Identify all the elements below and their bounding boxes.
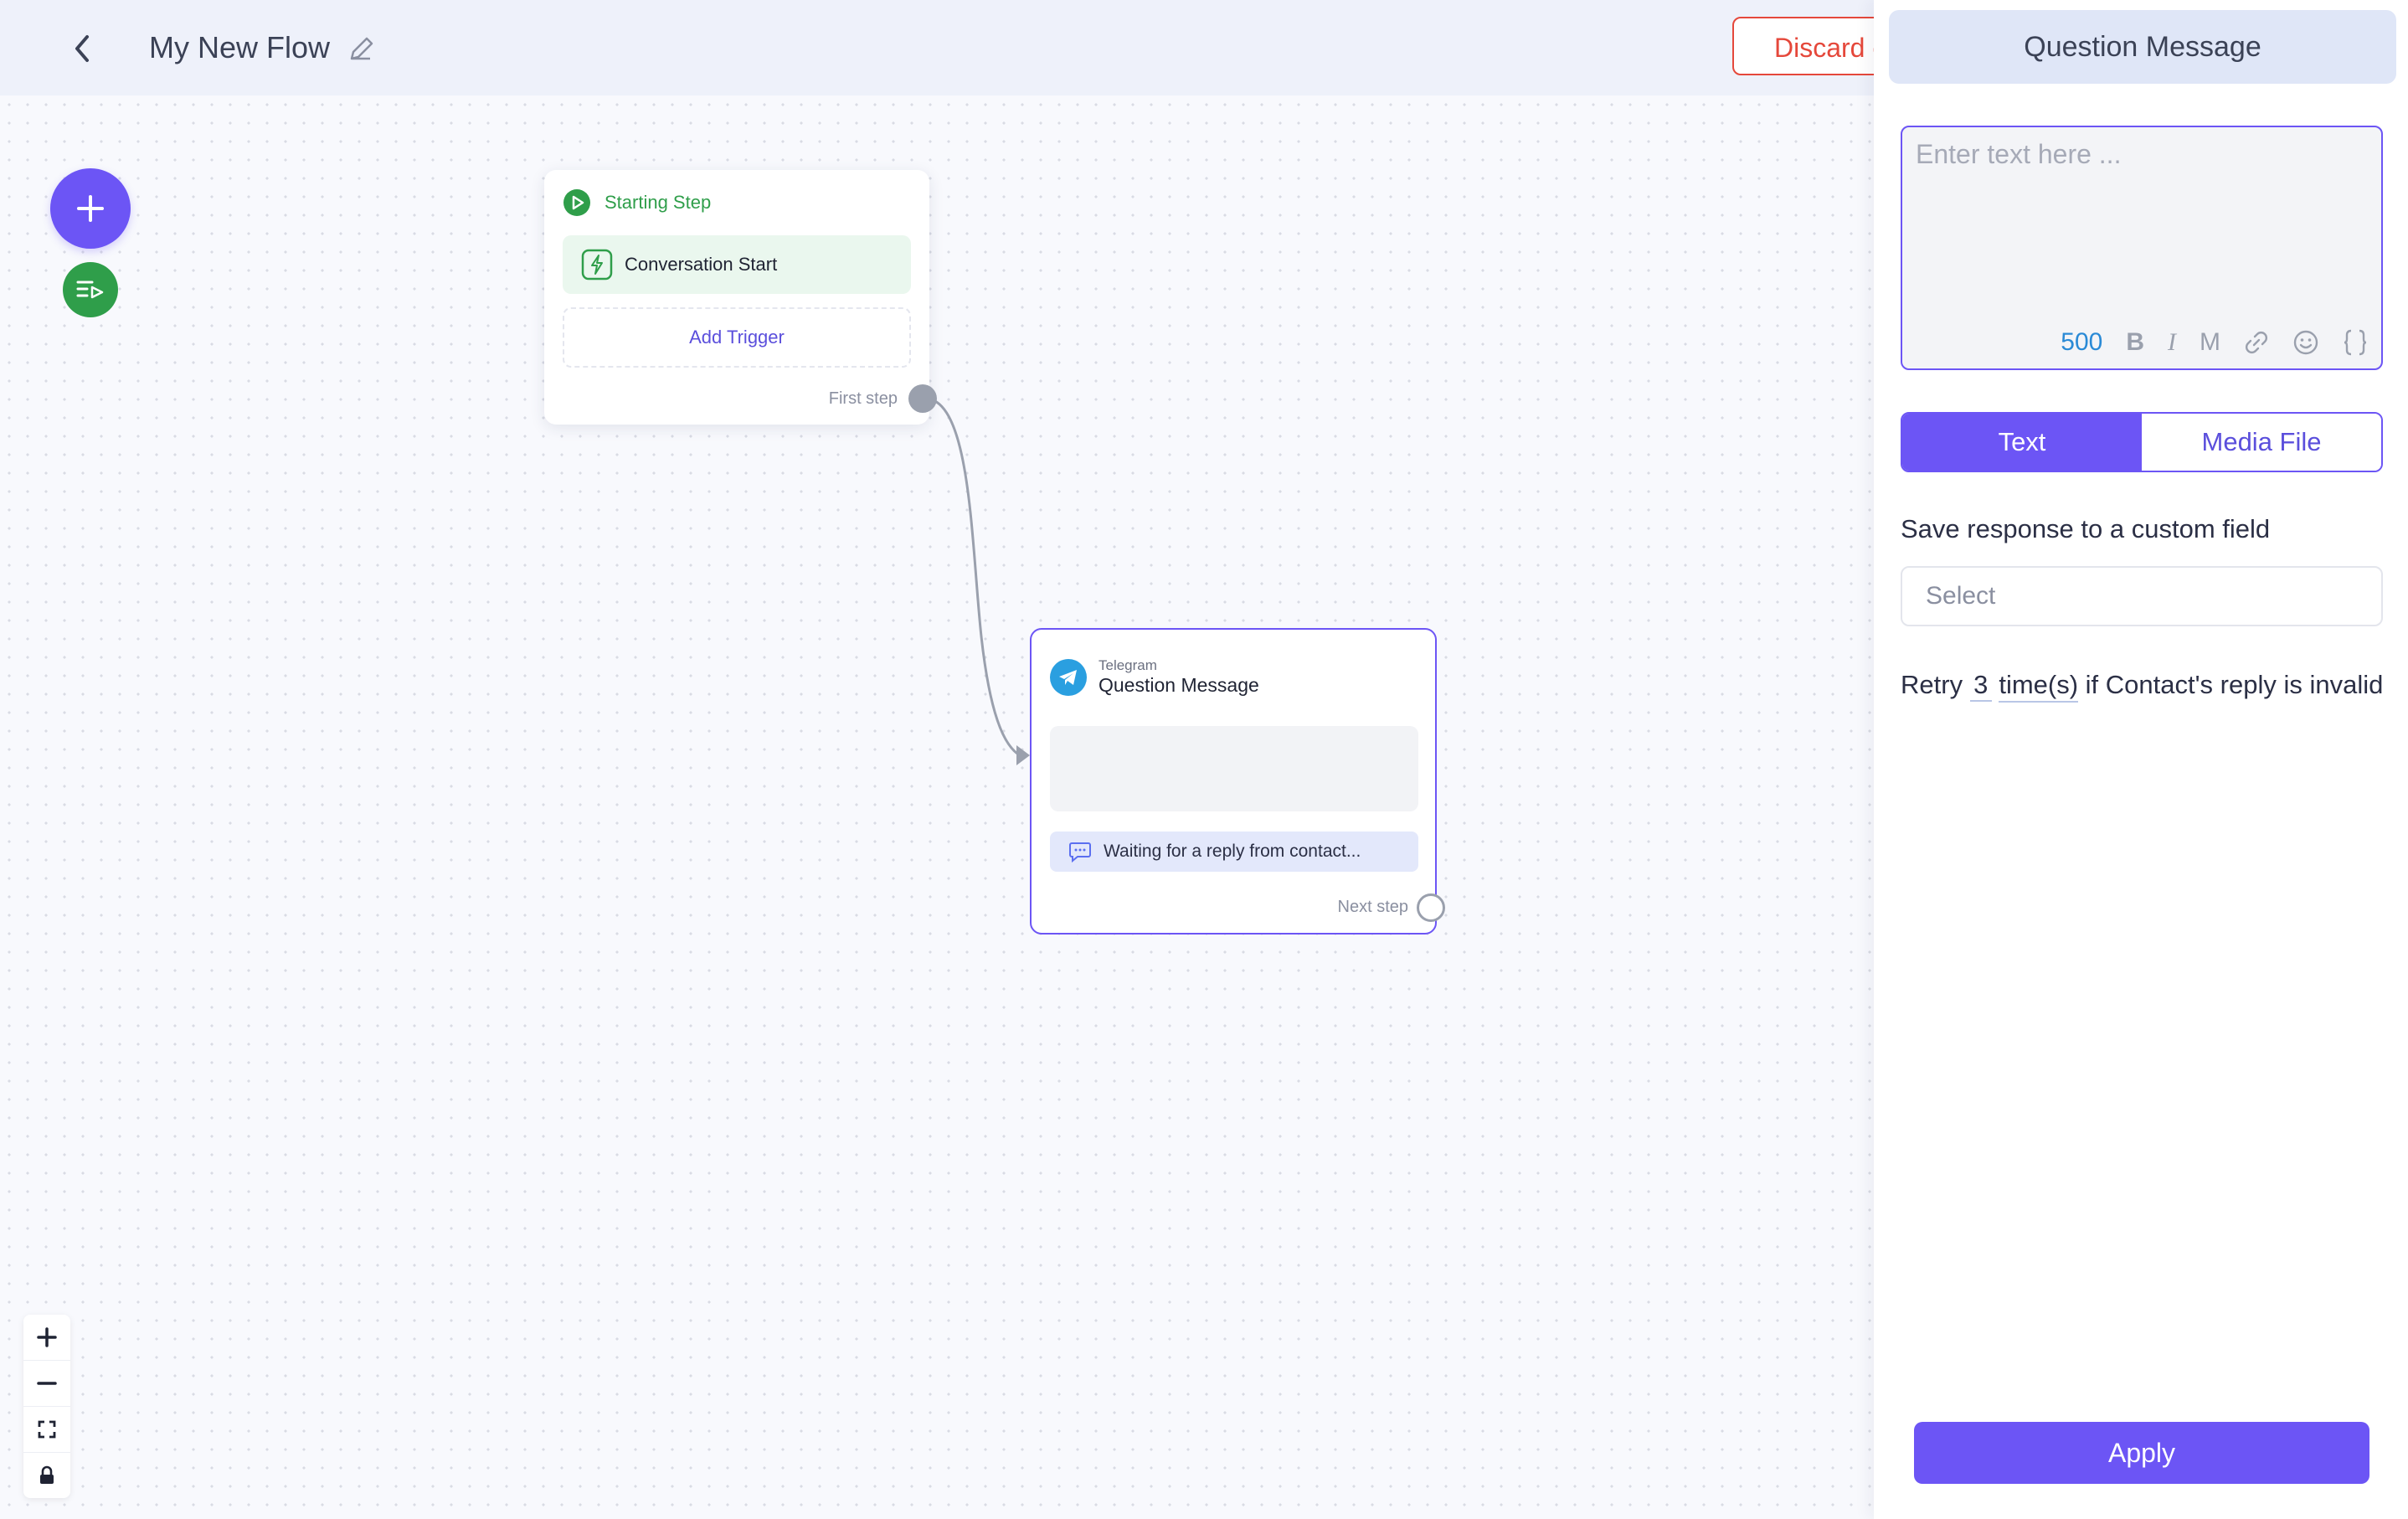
chat-bubble-icon <box>1069 842 1091 862</box>
next-step-label: Next step <box>1337 898 1408 916</box>
fit-view-icon <box>38 1420 56 1439</box>
waiting-reply-indicator: Waiting for a reply from contact... <box>1050 832 1418 872</box>
play-circle-icon <box>563 189 590 216</box>
lock-button[interactable] <box>23 1453 70 1498</box>
channel-label: Telegram <box>1099 657 1157 673</box>
zoom-in-button[interactable] <box>23 1315 70 1361</box>
panel-title: Question Message <box>1889 10 2396 84</box>
question-node-header: Telegram Question Message <box>1050 658 1259 697</box>
apply-button[interactable]: Apply <box>1914 1422 2369 1484</box>
question-message-node[interactable]: Telegram Question Message Waiting for a … <box>1030 628 1437 935</box>
zoom-out-button[interactable] <box>23 1361 70 1407</box>
plus-icon <box>37 1327 57 1347</box>
curly-braces-icon <box>2344 329 2367 356</box>
retry-prefix: Retry <box>1901 670 1963 699</box>
italic-button[interactable]: I <box>2168 328 2176 357</box>
save-response-label: Save response to a custom field <box>1901 514 2271 543</box>
link-button[interactable] <box>2244 330 2269 355</box>
zoom-controls <box>23 1315 70 1498</box>
next-step-handle[interactable] <box>1417 893 1445 922</box>
starting-step-header: Starting Step <box>563 188 711 217</box>
top-bar: My New Flow Discard c <box>0 0 1933 95</box>
lock-icon <box>40 1465 54 1484</box>
lightning-icon <box>581 249 613 281</box>
chevron-left-icon <box>75 35 89 62</box>
message-text-input[interactable] <box>1914 137 2369 308</box>
minus-icon <box>37 1382 57 1385</box>
tab-text[interactable]: Text <box>1902 414 2142 471</box>
retry-suffix: if Contact's reply is invalid <box>2085 670 2384 699</box>
question-node-title: Question Message <box>1099 674 1259 696</box>
variables-button[interactable] <box>2343 328 2368 357</box>
smiley-icon <box>2293 330 2318 355</box>
pencil-icon <box>350 37 373 60</box>
edit-title-button[interactable] <box>345 32 378 65</box>
first-step-handle[interactable] <box>908 384 937 413</box>
flow-list-button[interactable] <box>63 262 118 317</box>
flow-canvas[interactable] <box>0 95 1875 1519</box>
bold-button[interactable]: B <box>2126 328 2144 357</box>
editor-toolbar: 500 B I M <box>2061 328 2368 357</box>
flow-title: My New Flow <box>149 30 331 64</box>
retry-unit: time(s) <box>1999 670 2079 703</box>
plus-icon <box>77 195 104 222</box>
properties-panel: Question Message 500 B I M Text Media Fi… <box>1874 0 2408 1519</box>
waiting-label: Waiting for a reply from contact... <box>1104 842 1361 861</box>
link-icon <box>2246 332 2267 353</box>
list-play-icon <box>76 281 104 299</box>
starting-step-title: Starting Step <box>605 192 712 213</box>
back-button[interactable] <box>59 25 105 72</box>
telegram-icon <box>1050 659 1087 696</box>
message-editor: 500 B I M <box>1901 126 2383 370</box>
fit-view-button[interactable] <box>23 1407 70 1453</box>
add-trigger-button[interactable]: Add Trigger <box>563 307 911 368</box>
retry-setting: Retry time(s) if Contact's reply is inva… <box>1901 670 2384 703</box>
emoji-button[interactable] <box>2292 329 2319 356</box>
first-step-label: First step <box>828 389 898 408</box>
starting-step-node[interactable]: Starting Step Conversation Start Add Tri… <box>544 170 929 425</box>
tab-media-file[interactable]: Media File <box>2142 414 2381 471</box>
content-type-toggle: Text Media File <box>1901 412 2383 472</box>
custom-field-select[interactable]: Select <box>1901 566 2383 626</box>
retry-count-input[interactable] <box>1969 670 1992 702</box>
message-preview[interactable] <box>1050 726 1418 811</box>
character-count: 500 <box>2061 328 2103 356</box>
add-step-button[interactable] <box>50 168 131 249</box>
trigger-label: Conversation Start <box>625 254 778 275</box>
monospace-button[interactable]: M <box>2200 328 2220 357</box>
conversation-start-trigger[interactable]: Conversation Start <box>563 235 911 294</box>
